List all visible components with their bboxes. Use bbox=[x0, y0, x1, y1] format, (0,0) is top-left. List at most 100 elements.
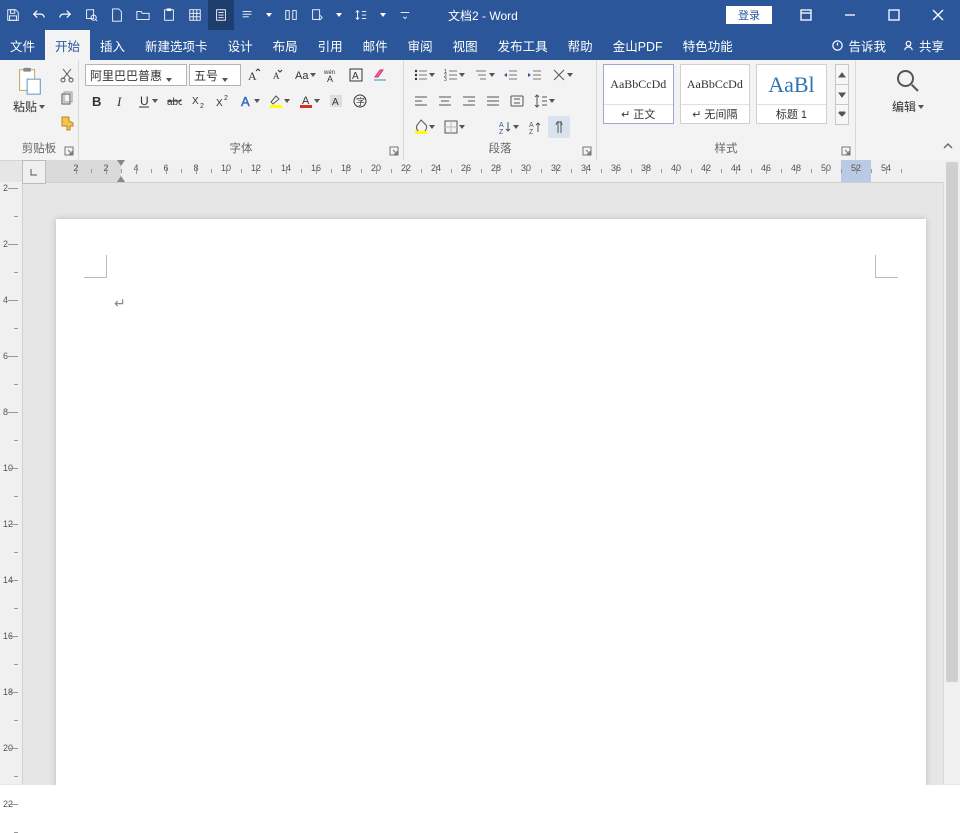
italic-button[interactable]: I bbox=[109, 90, 131, 112]
new-doc-button[interactable] bbox=[104, 0, 130, 30]
save-button[interactable] bbox=[0, 0, 26, 30]
columns-button[interactable] bbox=[278, 0, 304, 30]
change-case-button[interactable]: Aa bbox=[291, 64, 319, 86]
align-right-button[interactable] bbox=[458, 90, 480, 112]
superscript-button[interactable]: X2 bbox=[211, 90, 233, 112]
qat-customize-dropdown[interactable] bbox=[392, 0, 418, 30]
style-item-1[interactable]: AaBbCcDd↵ 无间隔 bbox=[680, 64, 751, 124]
paragraph-marks-button[interactable] bbox=[234, 0, 260, 30]
style-item-2[interactable]: AaBl标题 1 bbox=[756, 64, 827, 124]
qat-more-dropdown[interactable] bbox=[260, 0, 278, 30]
style-item-0[interactable]: AaBbCcDd↵ 正文 bbox=[603, 64, 674, 124]
font-size-combo[interactable]: 五号 bbox=[189, 64, 241, 86]
tab-help[interactable]: 帮助 bbox=[558, 30, 603, 60]
sort-button[interactable]: AZ bbox=[494, 116, 522, 138]
tab-mail[interactable]: 邮件 bbox=[353, 30, 398, 60]
decrease-indent-button[interactable] bbox=[500, 64, 522, 86]
redo-button[interactable] bbox=[52, 0, 78, 30]
vertical-scrollbar[interactable] bbox=[943, 160, 960, 784]
undo-button[interactable] bbox=[26, 0, 52, 30]
minimize-button[interactable] bbox=[828, 0, 872, 30]
character-border-button[interactable]: A bbox=[345, 64, 367, 86]
shrink-font-button[interactable]: A bbox=[267, 64, 289, 86]
tab-view[interactable]: 视图 bbox=[443, 30, 488, 60]
show-marks-button[interactable] bbox=[548, 116, 570, 138]
tab-design[interactable]: 设计 bbox=[218, 30, 263, 60]
font-color-button[interactable]: A bbox=[295, 90, 323, 112]
clipboard-launcher[interactable] bbox=[64, 146, 74, 156]
ribbon-display-button[interactable] bbox=[784, 0, 828, 30]
font-name-combo[interactable]: 阿里巴巴普惠 bbox=[85, 64, 187, 86]
vertical-ruler[interactable]: 2246810121416182022 bbox=[0, 182, 23, 784]
pinyin-guide-button[interactable]: wénA bbox=[321, 64, 343, 86]
bullets-button[interactable] bbox=[410, 64, 438, 86]
cut-button[interactable] bbox=[56, 64, 78, 86]
distributed-button[interactable] bbox=[506, 90, 528, 112]
align-left-button[interactable] bbox=[410, 90, 432, 112]
close-button[interactable] bbox=[916, 0, 960, 30]
tab-newtab[interactable]: 新建选项卡 bbox=[135, 30, 218, 60]
table-button[interactable] bbox=[182, 0, 208, 30]
tab-insert[interactable]: 插入 bbox=[90, 30, 135, 60]
maximize-button[interactable] bbox=[872, 0, 916, 30]
format-painter-button[interactable] bbox=[56, 112, 78, 134]
highlight-button[interactable] bbox=[265, 90, 293, 112]
bold-button[interactable]: B bbox=[85, 90, 107, 112]
paste-split-button[interactable]: 粘贴 bbox=[6, 64, 52, 117]
text-effects-button[interactable]: A bbox=[235, 90, 263, 112]
tab-selector[interactable] bbox=[22, 160, 46, 184]
copy-button[interactable] bbox=[56, 88, 78, 110]
spacing-button[interactable] bbox=[348, 0, 374, 30]
open-button[interactable] bbox=[130, 0, 156, 30]
print-preview-button[interactable] bbox=[78, 0, 104, 30]
paste-button[interactable] bbox=[156, 0, 182, 30]
tab-file[interactable]: 文件 bbox=[0, 30, 45, 60]
doc-name: 文档2 bbox=[448, 9, 479, 23]
page[interactable]: ↵ bbox=[56, 219, 926, 785]
tab-review[interactable]: 审阅 bbox=[398, 30, 443, 60]
tab-home[interactable]: 开始 bbox=[45, 30, 90, 60]
increase-indent-button[interactable] bbox=[524, 64, 546, 86]
tab-jspdf[interactable]: 金山PDF bbox=[603, 30, 673, 60]
collapse-ribbon-button[interactable] bbox=[942, 141, 954, 156]
styles-more-button[interactable] bbox=[835, 104, 849, 125]
styles-up-button[interactable] bbox=[835, 64, 849, 85]
numbering-button[interactable]: 123 bbox=[440, 64, 468, 86]
hanging-indent[interactable] bbox=[117, 176, 125, 182]
tab-references[interactable]: 引用 bbox=[308, 30, 353, 60]
share-button[interactable]: 共享 bbox=[894, 36, 952, 55]
tell-me-button[interactable]: 告诉我 bbox=[823, 36, 894, 55]
character-shading-button[interactable]: A bbox=[325, 90, 347, 112]
sort-asc-button[interactable]: AZ bbox=[524, 116, 546, 138]
tab-devtools[interactable]: 发布工具 bbox=[488, 30, 558, 60]
document-area[interactable]: ↵ bbox=[22, 205, 960, 785]
enclose-characters-button[interactable]: 字 bbox=[349, 90, 371, 112]
styles-launcher[interactable] bbox=[841, 146, 851, 156]
tab-layout[interactable]: 布局 bbox=[263, 30, 308, 60]
multilevel-list-button[interactable] bbox=[470, 64, 498, 86]
qat-more2-dropdown[interactable] bbox=[330, 0, 348, 30]
styles-down-button[interactable] bbox=[835, 84, 849, 105]
asian-layout-button[interactable] bbox=[548, 64, 576, 86]
first-line-indent[interactable] bbox=[117, 160, 125, 166]
line-spacing-button[interactable] bbox=[530, 90, 558, 112]
align-center-button[interactable] bbox=[434, 90, 456, 112]
font-launcher[interactable] bbox=[389, 146, 399, 156]
clear-formatting-button[interactable] bbox=[369, 64, 391, 86]
tab-features[interactable]: 特色功能 bbox=[673, 30, 743, 60]
qat-more3-dropdown[interactable] bbox=[374, 0, 392, 30]
strikethrough-button[interactable]: abc bbox=[163, 90, 185, 112]
borders-button[interactable] bbox=[440, 116, 468, 138]
horizontal-ruler[interactable]: 2246810121416182022242628303234363840424… bbox=[46, 160, 944, 182]
reading-view-button[interactable] bbox=[208, 0, 234, 30]
login-button[interactable]: 登录 bbox=[726, 6, 772, 24]
shading-button[interactable] bbox=[410, 116, 438, 138]
paragraph-launcher[interactable] bbox=[582, 146, 592, 156]
subscript-button[interactable]: X2 bbox=[187, 90, 209, 112]
scroll-thumb[interactable] bbox=[946, 162, 958, 682]
underline-button[interactable]: U bbox=[133, 90, 161, 112]
paste-special-button[interactable] bbox=[304, 0, 330, 30]
grow-font-button[interactable]: A bbox=[243, 64, 265, 86]
find-button[interactable]: 编辑 bbox=[885, 64, 931, 117]
justify-button[interactable] bbox=[482, 90, 504, 112]
